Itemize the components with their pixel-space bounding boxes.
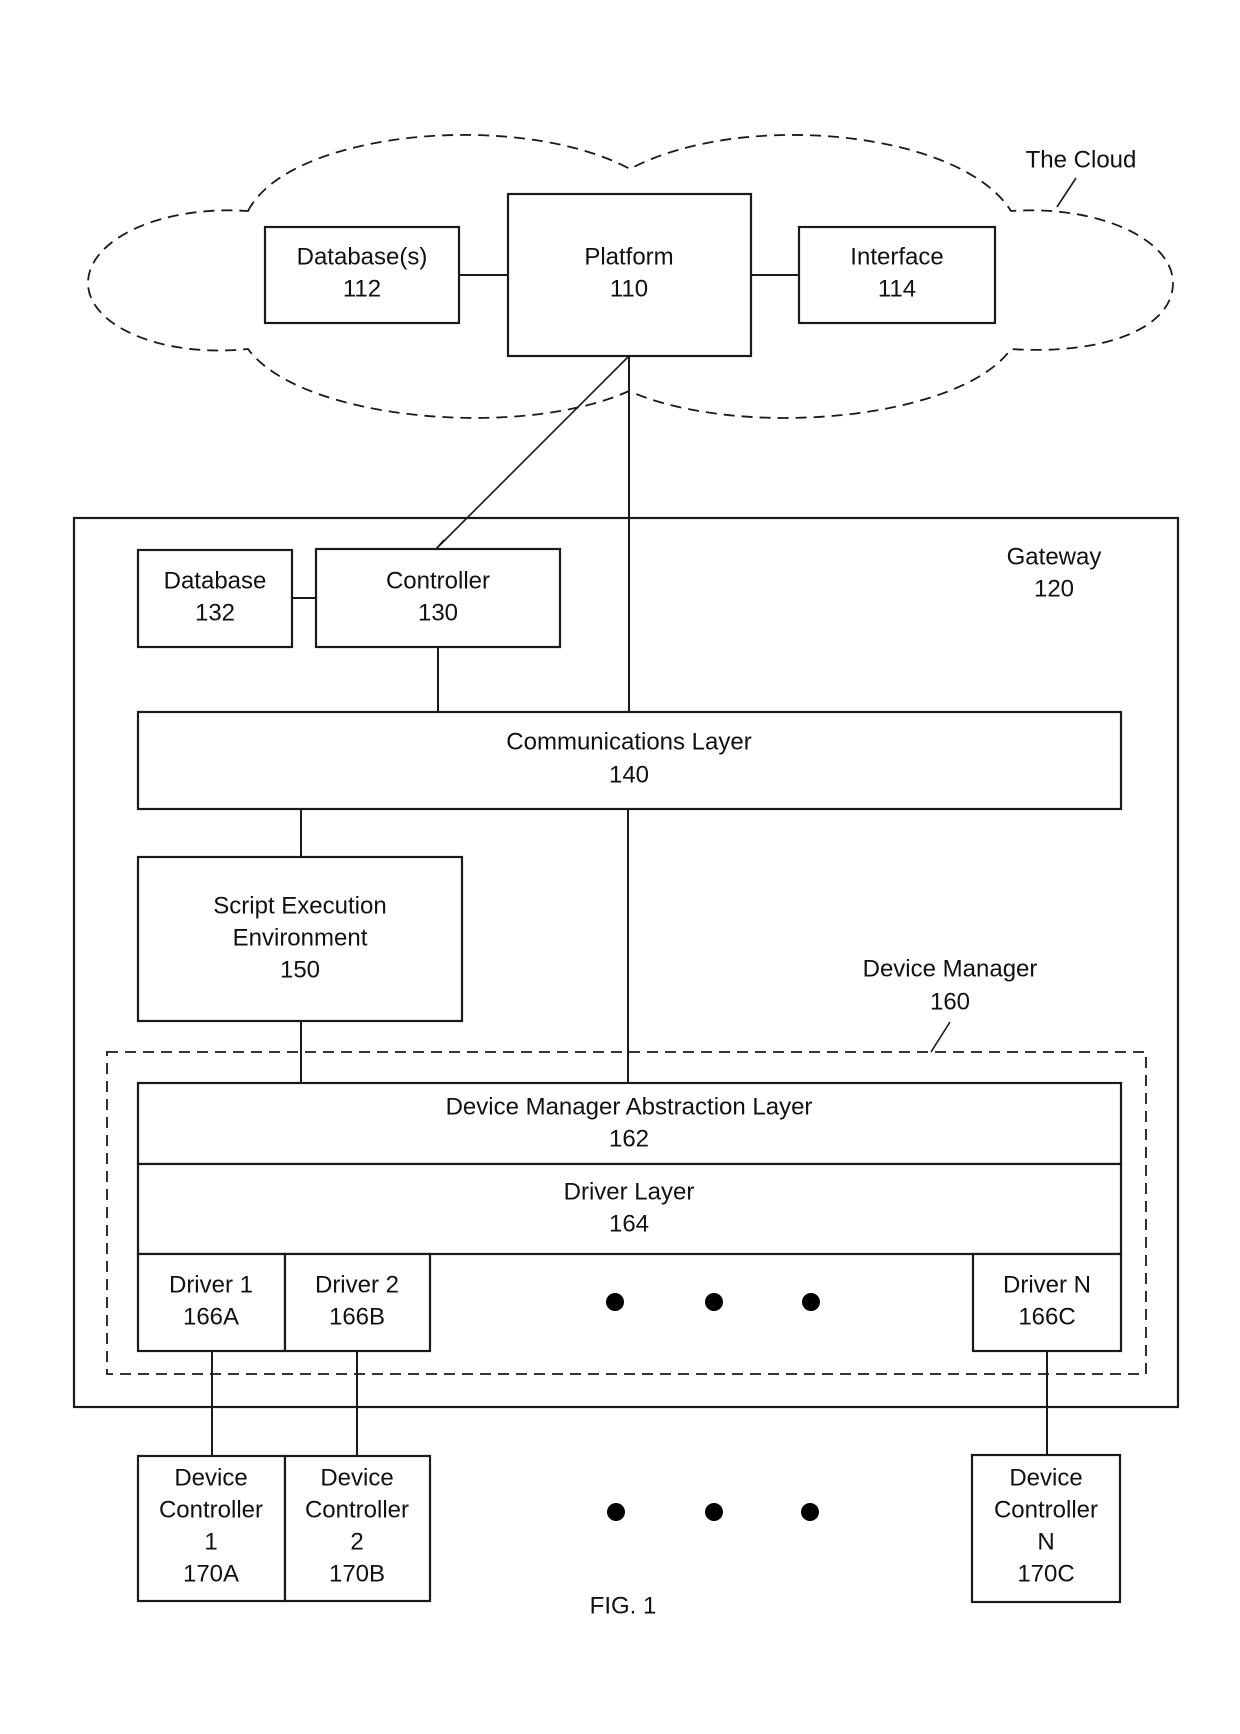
figure-caption: FIG. 1 (590, 1592, 657, 1619)
driver-n-ref: 166C (1018, 1303, 1075, 1330)
platform-ref: 110 (610, 275, 648, 302)
ellipsis-dot-controllers-2 (705, 1503, 723, 1521)
driver-box-2[interactable]: Driver 2 166B (283, 1252, 432, 1353)
driver-layer-ref: 164 (609, 1210, 649, 1237)
dmal-ref: 162 (609, 1125, 649, 1152)
dc1-line1: Device (174, 1464, 247, 1491)
dc2-line2: Controller (305, 1496, 409, 1523)
dcn-line1: Device (1009, 1464, 1082, 1491)
cloud-database-name: Database(s) (297, 243, 428, 270)
dc1-ref: 170A (183, 1560, 239, 1587)
dc2-index: 2 (350, 1528, 363, 1555)
gateway-ref: 120 (1034, 575, 1074, 602)
device-manager-ref: 160 (930, 988, 970, 1015)
controller-box[interactable]: Controller 130 (314, 547, 562, 649)
device-manager-name: Device Manager (863, 955, 1038, 982)
ellipsis-dot-drivers-2 (705, 1293, 723, 1311)
device-manager-abstraction-layer-box[interactable]: Device Manager Abstraction Layer 162 (136, 1081, 1123, 1166)
platform-controller-link-inner (435, 539, 445, 550)
ellipsis-dot-drivers-1 (606, 1293, 624, 1311)
cloud-leader-line (1056, 177, 1077, 208)
communications-layer-name: Communications Layer (506, 728, 751, 755)
script-env-line2: Environment (233, 924, 368, 951)
driver-box-1[interactable]: Driver 1 166A (136, 1252, 287, 1353)
driver-1-name: Driver 1 (169, 1271, 253, 1298)
driver-2-name: Driver 2 (315, 1271, 399, 1298)
device-manager-leader-line (930, 1021, 951, 1053)
driver-box-n[interactable]: Driver N 166C (971, 1252, 1123, 1353)
device-controller-n-box[interactable]: Device Controller N 170C (970, 1453, 1122, 1604)
dmal-name: Device Manager Abstraction Layer (446, 1093, 813, 1120)
gateway-name: Gateway (1007, 543, 1102, 570)
dcn-ref: 170C (1017, 1560, 1074, 1587)
script-env-ref: 150 (280, 956, 320, 983)
device-controller-2-box[interactable]: Device Controller 2 170B (283, 1454, 432, 1603)
dc2-ref: 170B (329, 1560, 385, 1587)
communications-layer-ref: 140 (609, 761, 649, 788)
gateway-group: Gateway 120 Database 132 Controller 130 … (72, 510, 1180, 1409)
script-execution-environment-box[interactable]: Script Execution Environment 150 (136, 855, 464, 1023)
cloud-database-box[interactable]: Database(s) 112 (263, 225, 461, 325)
ellipsis-dot-controllers-1 (607, 1503, 625, 1521)
dcn-line2: Controller (994, 1496, 1098, 1523)
gateway-database-box[interactable]: Database 132 (136, 548, 294, 649)
device-controller-1-box[interactable]: Device Controller 1 170A (136, 1454, 287, 1603)
communications-layer-box[interactable]: Communications Layer 140 (136, 710, 1123, 811)
driver-1-ref: 166A (183, 1303, 239, 1330)
driver-layer-box[interactable]: Driver Layer 164 (136, 1162, 1123, 1256)
system-architecture-diagram: The Cloud Database(s) 112 Platform 110 I… (72, 134, 1180, 1619)
interface-ref: 114 (878, 275, 916, 302)
script-env-line1: Script Execution (213, 892, 386, 919)
ellipsis-dot-controllers-3 (801, 1503, 819, 1521)
ellipsis-dot-drivers-3 (802, 1293, 820, 1311)
cloud-group: The Cloud Database(s) 112 Platform 110 I… (87, 134, 1174, 419)
controller-ref: 130 (418, 599, 458, 626)
driver-2-ref: 166B (329, 1303, 385, 1330)
dcn-index: N (1037, 1528, 1054, 1555)
dc1-index: 1 (204, 1528, 217, 1555)
platform-name: Platform (584, 243, 673, 270)
dc1-line2: Controller (159, 1496, 263, 1523)
platform-controller-link (435, 355, 630, 550)
interface-name: Interface (850, 243, 943, 270)
gateway-database-ref: 132 (195, 599, 235, 626)
cloud-label: The Cloud (1026, 146, 1137, 173)
controller-name: Controller (386, 567, 490, 594)
dc2-line1: Device (320, 1464, 393, 1491)
gateway-database-name: Database (164, 567, 267, 594)
driver-layer-name: Driver Layer (564, 1178, 695, 1205)
cloud-database-ref: 112 (343, 275, 381, 302)
platform-box[interactable]: Platform 110 (506, 192, 753, 358)
interface-box[interactable]: Interface 114 (797, 225, 997, 325)
driver-n-name: Driver N (1003, 1271, 1091, 1298)
